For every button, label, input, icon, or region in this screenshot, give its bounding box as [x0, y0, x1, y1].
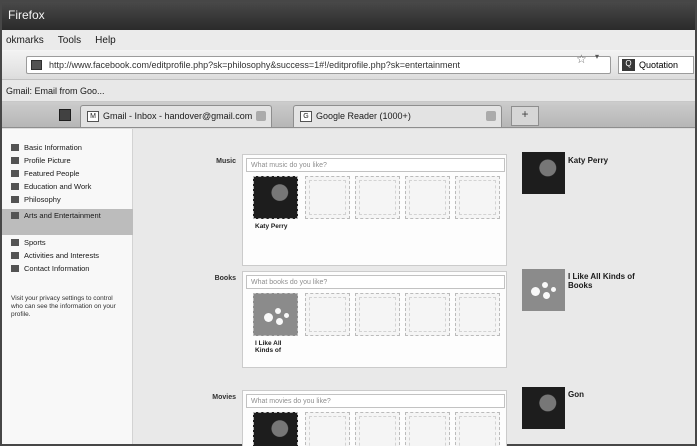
books-section: What books do you like? I Like All Kinds… [242, 271, 507, 368]
books-preview-name[interactable]: I Like All Kinds of Books [568, 272, 658, 290]
empty-slot [305, 412, 350, 446]
menu-bookmarks[interactable]: okmarks [6, 35, 44, 46]
arts-icon [11, 212, 19, 219]
books-item-thumbnail[interactable] [253, 293, 298, 336]
picture-icon [11, 157, 19, 164]
search-engine-label: Quotation [639, 60, 679, 70]
empty-slot [405, 293, 450, 336]
sidebar-item-philosophy[interactable]: Philosophy [2, 193, 133, 206]
contact-icon [11, 265, 19, 272]
sports-icon [11, 239, 19, 246]
section-label-music: Music [216, 158, 236, 165]
sidebar-item-education-and-work[interactable]: Education and Work [2, 180, 133, 193]
empty-slot [455, 412, 500, 446]
movies-input[interactable]: What movies do you like? [246, 394, 505, 408]
sidebar-item-featured-people[interactable]: Featured People [2, 167, 133, 180]
activities-icon [11, 252, 19, 259]
url-text: http://www.facebook.com/editprofile.php?… [49, 60, 460, 70]
profile-sidebar: Basic Information Profile Picture Featur… [2, 129, 133, 444]
empty-slot [455, 176, 500, 219]
url-bar[interactable]: http://www.facebook.com/editprofile.php?… [26, 56, 611, 74]
section-label-movies: Movies [212, 394, 236, 401]
menu-bar: okmarks Tools Help [2, 30, 695, 50]
generic-page-icon [531, 280, 556, 300]
navigation-bar: http://www.facebook.com/editprofile.php?… [2, 50, 695, 80]
sidebar-item-profile-picture[interactable]: Profile Picture [2, 154, 133, 167]
search-input[interactable]: Q Quotation [618, 56, 694, 74]
empty-slot [305, 293, 350, 336]
empty-slot [405, 176, 450, 219]
empty-slot [405, 412, 450, 446]
movies-preview-name[interactable]: Gon [568, 390, 584, 399]
sidebar-item-arts-and-entertainment[interactable]: Arts and Entertainment [2, 209, 133, 235]
menu-help[interactable]: Help [95, 35, 116, 46]
sidebar-item-basic-information[interactable]: Basic Information [2, 141, 133, 154]
music-input[interactable]: What music do you like? [246, 158, 505, 172]
people-icon [11, 170, 19, 177]
star-icon[interactable]: ☆ [576, 52, 587, 66]
music-section: What music do you like? Katy Perry [242, 154, 507, 266]
sidebar-item-sports[interactable]: Sports [2, 236, 133, 249]
tab-google-reader-label: Google Reader (1000+) [316, 111, 411, 121]
empty-slot [305, 176, 350, 219]
info-icon [11, 144, 19, 151]
empty-slot [455, 293, 500, 336]
google-reader-icon: G [300, 111, 312, 122]
empty-slot [355, 176, 400, 219]
section-label-books: Books [214, 275, 236, 282]
movies-preview-image[interactable] [522, 387, 565, 429]
close-icon[interactable] [486, 111, 496, 121]
books-preview-image[interactable] [522, 269, 565, 311]
books-input[interactable]: What books do you like? [246, 275, 505, 289]
new-tab-button[interactable]: + [511, 106, 539, 126]
window-title: Firefox [8, 8, 45, 22]
tab-gmail[interactable]: M Gmail - Inbox - handover@gmail.com [80, 105, 272, 127]
philosophy-icon [11, 196, 19, 203]
music-preview-image[interactable] [522, 152, 565, 194]
bookmark-gmail[interactable]: Gmail: Email from Goo... [6, 86, 105, 96]
site-identity-icon[interactable] [31, 60, 42, 70]
tab-list-icon[interactable] [59, 109, 71, 121]
search-engine-icon[interactable]: Q [622, 59, 635, 71]
menu-tools[interactable]: Tools [58, 35, 81, 46]
tab-google-reader[interactable]: G Google Reader (1000+) [293, 105, 502, 127]
books-item-caption[interactable]: I Like All Kinds of [255, 340, 295, 354]
bookmarks-toolbar: Gmail: Email from Goo... [2, 80, 695, 102]
title-bar: Firefox [2, 2, 695, 30]
privacy-note: Visit your privacy settings to control w… [11, 295, 116, 318]
close-icon[interactable] [256, 111, 266, 121]
browser-window: Firefox okmarks Tools Help http://www.fa… [0, 0, 697, 446]
movies-section: What movies do you like? [242, 390, 507, 446]
sidebar-item-contact-information[interactable]: Contact Information [2, 262, 133, 275]
music-item-thumbnail[interactable] [253, 176, 298, 219]
page-content: Basic Information Profile Picture Featur… [2, 129, 695, 446]
sidebar-item-activities-and-interests[interactable]: Activities and Interests [2, 249, 133, 262]
music-item-caption[interactable]: Katy Perry [255, 223, 288, 230]
generic-page-icon [264, 306, 289, 326]
gmail-icon: M [87, 111, 99, 122]
empty-slot [355, 293, 400, 336]
tab-strip: M Gmail - Inbox - handover@gmail.com G G… [2, 102, 695, 128]
empty-slot [355, 412, 400, 446]
dropdown-icon[interactable]: ▾ [595, 52, 599, 61]
movies-item-thumbnail[interactable] [253, 412, 298, 446]
music-preview-name[interactable]: Katy Perry [568, 156, 608, 165]
tab-gmail-label: Gmail - Inbox - handover@gmail.com [103, 111, 253, 121]
education-icon [11, 183, 19, 190]
